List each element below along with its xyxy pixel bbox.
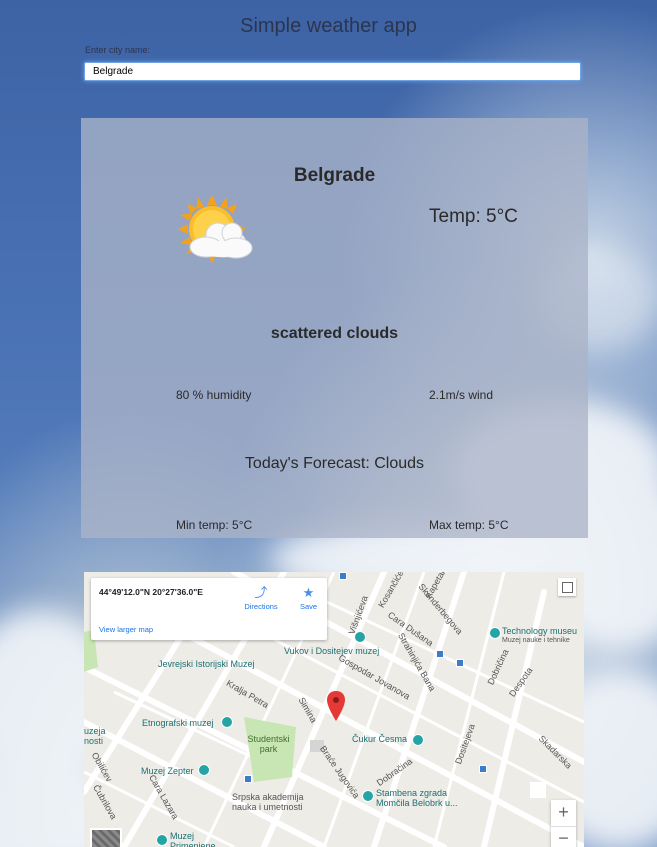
museum-icon [156, 834, 168, 846]
fullscreen-icon [562, 582, 573, 593]
directions-icon: ⤴ [254, 585, 268, 600]
weather-description: scattered clouds [270, 325, 399, 342]
map-info-box: 44°49'12.0"N 20°27'36.0"E ⤴ Directions ★… [91, 578, 327, 640]
directions-label: Directions [244, 602, 278, 611]
city-input-label: Enter city name: [85, 45, 151, 55]
street-view-pegman-icon[interactable] [530, 782, 546, 798]
poi-label: Srpska akademija nauka i umetnosti [232, 792, 304, 812]
location-pin-icon [327, 691, 345, 721]
view-larger-map-link[interactable]: View larger map [99, 625, 153, 634]
museum-icon [354, 631, 366, 643]
weather-max-temp: Max temp: 5°C [429, 518, 509, 532]
zoom-in-button[interactable]: + [551, 801, 576, 823]
embedded-map[interactable]: Cara Dušana Kralja Petra Gospodar Jovano… [84, 572, 584, 847]
poi-label: Muzej Primenjene umetnosti [170, 831, 216, 847]
poi-sublabel: Muzej nauke i tehnike [502, 637, 570, 644]
museum-icon [221, 716, 233, 728]
poi-label: Muzej Zepter [141, 766, 194, 776]
app-title: Simple weather app [240, 15, 417, 37]
bus-stop-icon [436, 650, 444, 658]
star-icon: ★ [302, 585, 315, 600]
weather-forecast: Today's Forecast: Clouds [244, 455, 425, 472]
museum-icon [198, 764, 210, 776]
museum-icon [489, 627, 501, 639]
weather-city-name: Belgrade [293, 165, 376, 186]
coordinates-text: 44°49'12.0"N 20°27'36.0"E [99, 587, 203, 597]
city-search-input[interactable] [84, 62, 581, 81]
fullscreen-button[interactable] [558, 578, 576, 596]
poi-label: Etnografski muzej [142, 718, 214, 728]
bus-stop-icon [244, 775, 252, 783]
bus-stop-icon [479, 765, 487, 773]
weather-temperature: Temp: 5°C [429, 206, 518, 227]
directions-button[interactable]: ⤴ Directions [241, 586, 281, 611]
poi-label: Čukur Česma [352, 734, 408, 744]
museum-icon [412, 734, 424, 746]
poi-label: nosti [84, 736, 104, 746]
poi-label: uzeja [84, 726, 106, 736]
poi-label: Vukov i Dositejev muzej [284, 646, 380, 656]
zoom-out-button[interactable]: − [551, 826, 576, 847]
zoom-control: + − [551, 800, 576, 847]
weather-wind: 2.1m/s wind [429, 388, 494, 402]
save-label: Save [299, 602, 318, 611]
partly-cloudy-sun-icon [178, 195, 253, 263]
weather-card: Belgrade Temp: 5°C scattered clouds 80 %… [81, 118, 588, 538]
park-label: Studentski park [247, 734, 290, 754]
poi-label: Stambena zgrada Momčila Belobrk u... [376, 788, 458, 808]
bus-stop-icon [456, 659, 464, 667]
weather-min-temp: Min temp: 5°C [176, 518, 253, 532]
save-button[interactable]: ★ Save [296, 586, 321, 611]
poi-label: Technology museu [502, 626, 578, 636]
bus-stop-icon [339, 572, 347, 580]
poi-label: Jevrejski Istorijski Muzej [158, 659, 255, 669]
satellite-toggle[interactable] [90, 828, 122, 847]
weather-humidity: 80 % humidity [176, 388, 252, 402]
landmark-icon [362, 790, 374, 802]
